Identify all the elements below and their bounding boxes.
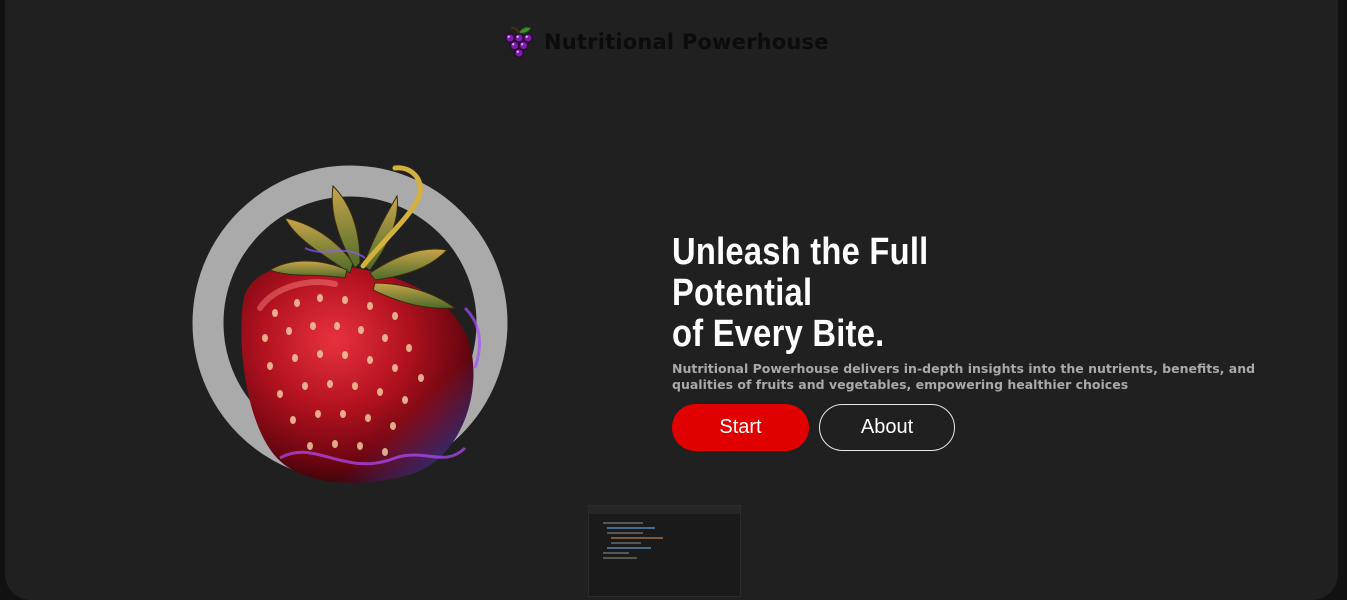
- brand-logo[interactable]: Nutritional Powerhouse: [502, 24, 829, 60]
- hero-headline: Unleash the Full Potential of Every Bite…: [672, 232, 1050, 355]
- headline-line-1: Unleash the Full Potential: [672, 231, 929, 314]
- grapes-icon: [504, 26, 534, 59]
- start-button[interactable]: Start: [672, 404, 809, 451]
- strawberry-image: [192, 165, 508, 483]
- hero-subtitle: Nutritional Powerhouse delivers in-depth…: [672, 361, 1256, 392]
- hero-buttons: Start About: [672, 404, 1312, 451]
- brand-name: Nutritional Powerhouse: [544, 30, 829, 54]
- hero-section: Unleash the Full Potential of Every Bite…: [672, 232, 1312, 451]
- code-preview-thumbnail: [588, 505, 741, 597]
- headline-line-2: of Every Bite.: [672, 313, 885, 355]
- page-container: Nutritional Powerhouse Unleash the Full …: [5, 0, 1338, 600]
- about-button[interactable]: About: [819, 404, 955, 451]
